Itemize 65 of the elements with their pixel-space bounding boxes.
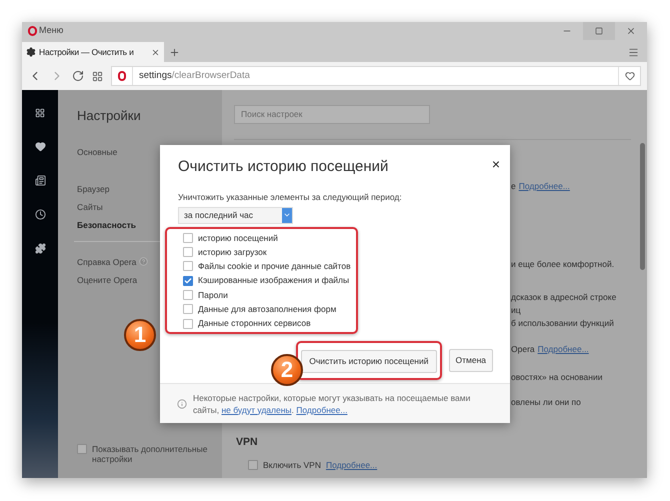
close-icon[interactable] <box>151 48 160 56</box>
not-deleted-link[interactable]: не будут удалены <box>221 404 292 414</box>
more-link[interactable]: Подробнее... <box>326 458 378 472</box>
select-value: за последний час <box>184 208 253 222</box>
setting-text: е <box>511 180 516 193</box>
setting-text: иц <box>511 304 521 317</box>
gear-icon <box>26 47 36 57</box>
address-field[interactable]: settings/clearBrowserData <box>111 66 641 86</box>
checkbox-label: Данные сторонних сервисов <box>198 317 311 330</box>
checkbox[interactable] <box>183 304 193 314</box>
url-text: settings/clearBrowserData <box>139 68 250 83</box>
opera-logo-icon[interactable] <box>28 26 37 36</box>
browser-tab[interactable]: Настройки — Очистить и <box>22 42 164 62</box>
grid-icon[interactable] <box>35 108 45 118</box>
dropdown-chevron-icon <box>282 208 292 223</box>
newspaper-icon[interactable] <box>34 175 46 186</box>
setting-text: овлены ли они по <box>511 396 581 409</box>
heart-icon[interactable] <box>34 141 46 152</box>
checkbox[interactable] <box>183 290 193 300</box>
checkbox-label: Данные для автозаполнения форм <box>198 303 336 316</box>
setting-text: б использовании функций <box>511 317 614 330</box>
setting-text: и еще более комфортной. <box>511 258 614 271</box>
maximize-icon[interactable] <box>583 22 615 40</box>
more-link[interactable]: Подробнее... <box>518 180 570 193</box>
dialog-title: Очистить историю посещений <box>178 157 388 177</box>
checkbox[interactable] <box>77 444 87 454</box>
scrollbar-thumb[interactable] <box>640 143 645 270</box>
menu-label[interactable]: Меню <box>39 24 64 38</box>
checkbox-label: Показывать дополнительные настройки <box>92 444 208 464</box>
puzzle-icon[interactable] <box>34 243 46 254</box>
checkbox-label: Пароли <box>198 288 228 302</box>
more-link[interactable]: Подробнее... <box>296 404 348 414</box>
clear-history-button[interactable]: Очистить историю посещений <box>301 350 436 373</box>
settings-title: Настройки <box>77 107 142 125</box>
cancel-button[interactable]: Отмена <box>448 348 493 372</box>
checkbox-label: историю загрузок <box>198 246 267 259</box>
info-icon <box>177 398 187 408</box>
nav-link[interactable]: Оцените Opera <box>77 274 138 286</box>
tab-title: Настройки — Очистить и <box>39 46 134 58</box>
checkbox[interactable] <box>183 261 193 272</box>
setting-text: овостях» на основании <box>511 371 602 384</box>
checkbox[interactable] <box>183 318 193 329</box>
reload-icon[interactable] <box>72 70 84 82</box>
more-link[interactable]: Подробнее... <box>538 343 589 356</box>
checkbox-label: Файлы cookie и прочие данные сайтов <box>198 260 351 273</box>
checkbox-label: историю посещений <box>198 232 278 244</box>
checkbox[interactable] <box>183 232 193 243</box>
vpn-heading: VPN <box>236 435 259 450</box>
setting-text: дсказок в адресной строке <box>511 291 616 304</box>
period-label: Уничтожить указанные элементы за следующий период: <box>178 191 403 204</box>
search-placeholder: Поиск настроек <box>241 108 302 121</box>
clock-icon[interactable] <box>34 209 46 220</box>
checkbox[interactable] <box>248 460 258 470</box>
setting-text: Opera <box>511 343 535 356</box>
opera-logo-icon <box>118 71 126 81</box>
period-select[interactable]: за последний час <box>178 206 293 224</box>
grid-icon[interactable] <box>92 70 103 82</box>
close-button[interactable]: × <box>492 157 500 171</box>
footer-note: Некоторые настройки, которые могут указывать на посещаемые вами сайты, не будут удалены. Подробнее... <box>193 392 472 416</box>
search-field[interactable]: Поиск настроек <box>234 105 430 124</box>
checkbox-label: Включить VPN <box>263 458 321 472</box>
checkbox[interactable] <box>183 247 193 258</box>
checkbox-label: Кэшированные изображения и файлы <box>198 274 350 288</box>
nav-link[interactable]: Справка Opera <box>77 256 136 268</box>
checkbox[interactable] <box>183 276 193 286</box>
